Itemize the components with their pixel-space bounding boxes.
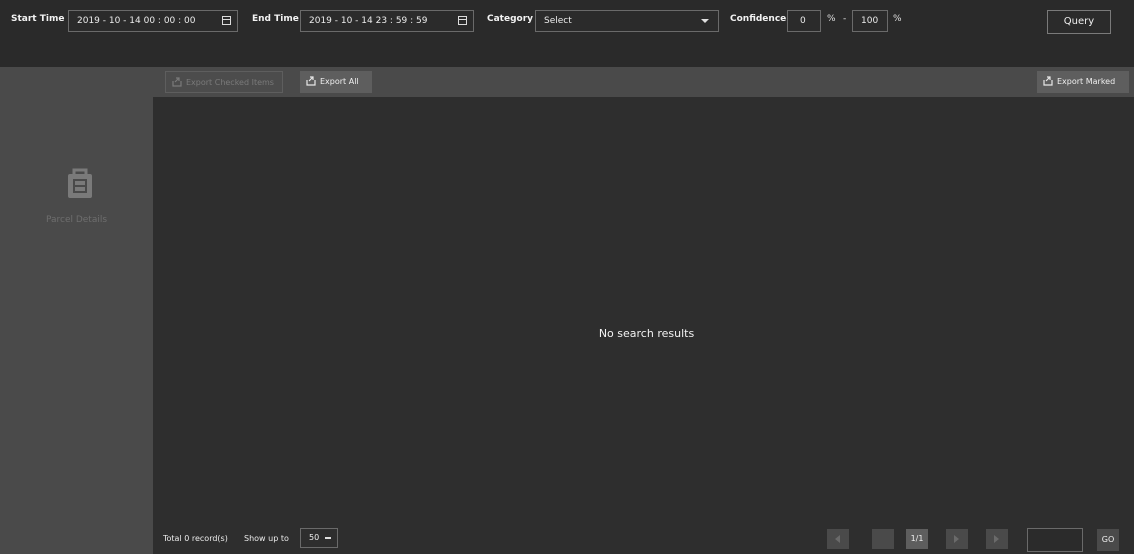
empty-results-message: No search results <box>598 327 695 340</box>
confidence-min-value: 0 <box>800 16 806 26</box>
export-all-button[interactable]: Export All <box>300 71 372 93</box>
start-time-input[interactable]: 2019 - 10 - 14 00 : 00 : 00 <box>68 10 238 32</box>
pagination-bar: Total 0 record(s) Show up to 50 1/1 GO <box>153 523 1134 554</box>
parcel-bag-icon <box>68 168 92 198</box>
calendar-icon[interactable] <box>458 16 467 25</box>
confidence-max-input[interactable]: 100 <box>852 10 888 32</box>
query-button[interactable]: Query <box>1047 10 1111 34</box>
export-icon <box>1043 76 1053 86</box>
prev-page-icon <box>880 535 885 543</box>
calendar-icon[interactable] <box>222 16 231 25</box>
end-time-label: End Time <box>252 14 299 24</box>
end-time-input[interactable]: 2019 - 10 - 14 23 : 59 : 59 <box>300 10 474 32</box>
next-page-icon <box>954 535 959 543</box>
next-page-button[interactable] <box>946 529 968 549</box>
first-page-icon <box>835 535 840 543</box>
page-jump-input[interactable] <box>1027 528 1083 552</box>
go-button[interactable]: GO <box>1097 529 1119 551</box>
total-records-label: Total 0 record(s) <box>163 534 228 543</box>
category-select[interactable]: Select <box>535 10 719 32</box>
category-label: Category <box>487 14 534 24</box>
export-checked-label: Export Checked Items <box>186 78 274 87</box>
start-time-label: Start Time <box>11 14 65 24</box>
export-all-label: Export All <box>320 77 359 86</box>
prev-page-button[interactable] <box>872 529 894 549</box>
export-marked-label: Export Marked <box>1057 77 1116 86</box>
last-page-icon <box>994 535 999 543</box>
results-toolbar: Export Checked Items Export All Export M… <box>153 67 1134 97</box>
sidebar: Parcel Details <box>0 67 153 554</box>
dropdown-icon <box>325 537 331 539</box>
start-time-value: 2019 - 10 - 14 00 : 00 : 00 <box>77 16 196 26</box>
confidence-max-value: 100 <box>861 16 879 26</box>
parcel-details-label: Parcel Details <box>45 215 108 225</box>
category-value: Select <box>544 16 572 26</box>
confidence-label: Confidence <box>730 14 787 24</box>
export-marked-button[interactable]: Export Marked <box>1037 71 1129 93</box>
show-up-to-label: Show up to <box>244 534 289 543</box>
export-icon <box>172 77 182 87</box>
percent-symbol: % <box>893 14 902 24</box>
filter-bar: Start Time 2019 - 10 - 14 00 : 00 : 00 E… <box>0 0 1134 67</box>
last-page-button[interactable] <box>986 529 1008 549</box>
page-size-select[interactable]: 50 <box>300 528 338 548</box>
chevron-down-icon <box>701 19 709 23</box>
page-size-value: 50 <box>309 533 320 542</box>
results-area: No search results <box>153 97 1134 523</box>
export-icon <box>306 76 316 86</box>
end-time-value: 2019 - 10 - 14 23 : 59 : 59 <box>309 16 428 26</box>
export-checked-button[interactable]: Export Checked Items <box>165 71 283 93</box>
confidence-min-input[interactable]: 0 <box>787 10 821 32</box>
percent-symbol: % <box>827 14 836 24</box>
first-page-button[interactable] <box>827 529 849 549</box>
current-page-indicator: 1/1 <box>906 529 928 549</box>
range-separator: - <box>843 14 847 24</box>
